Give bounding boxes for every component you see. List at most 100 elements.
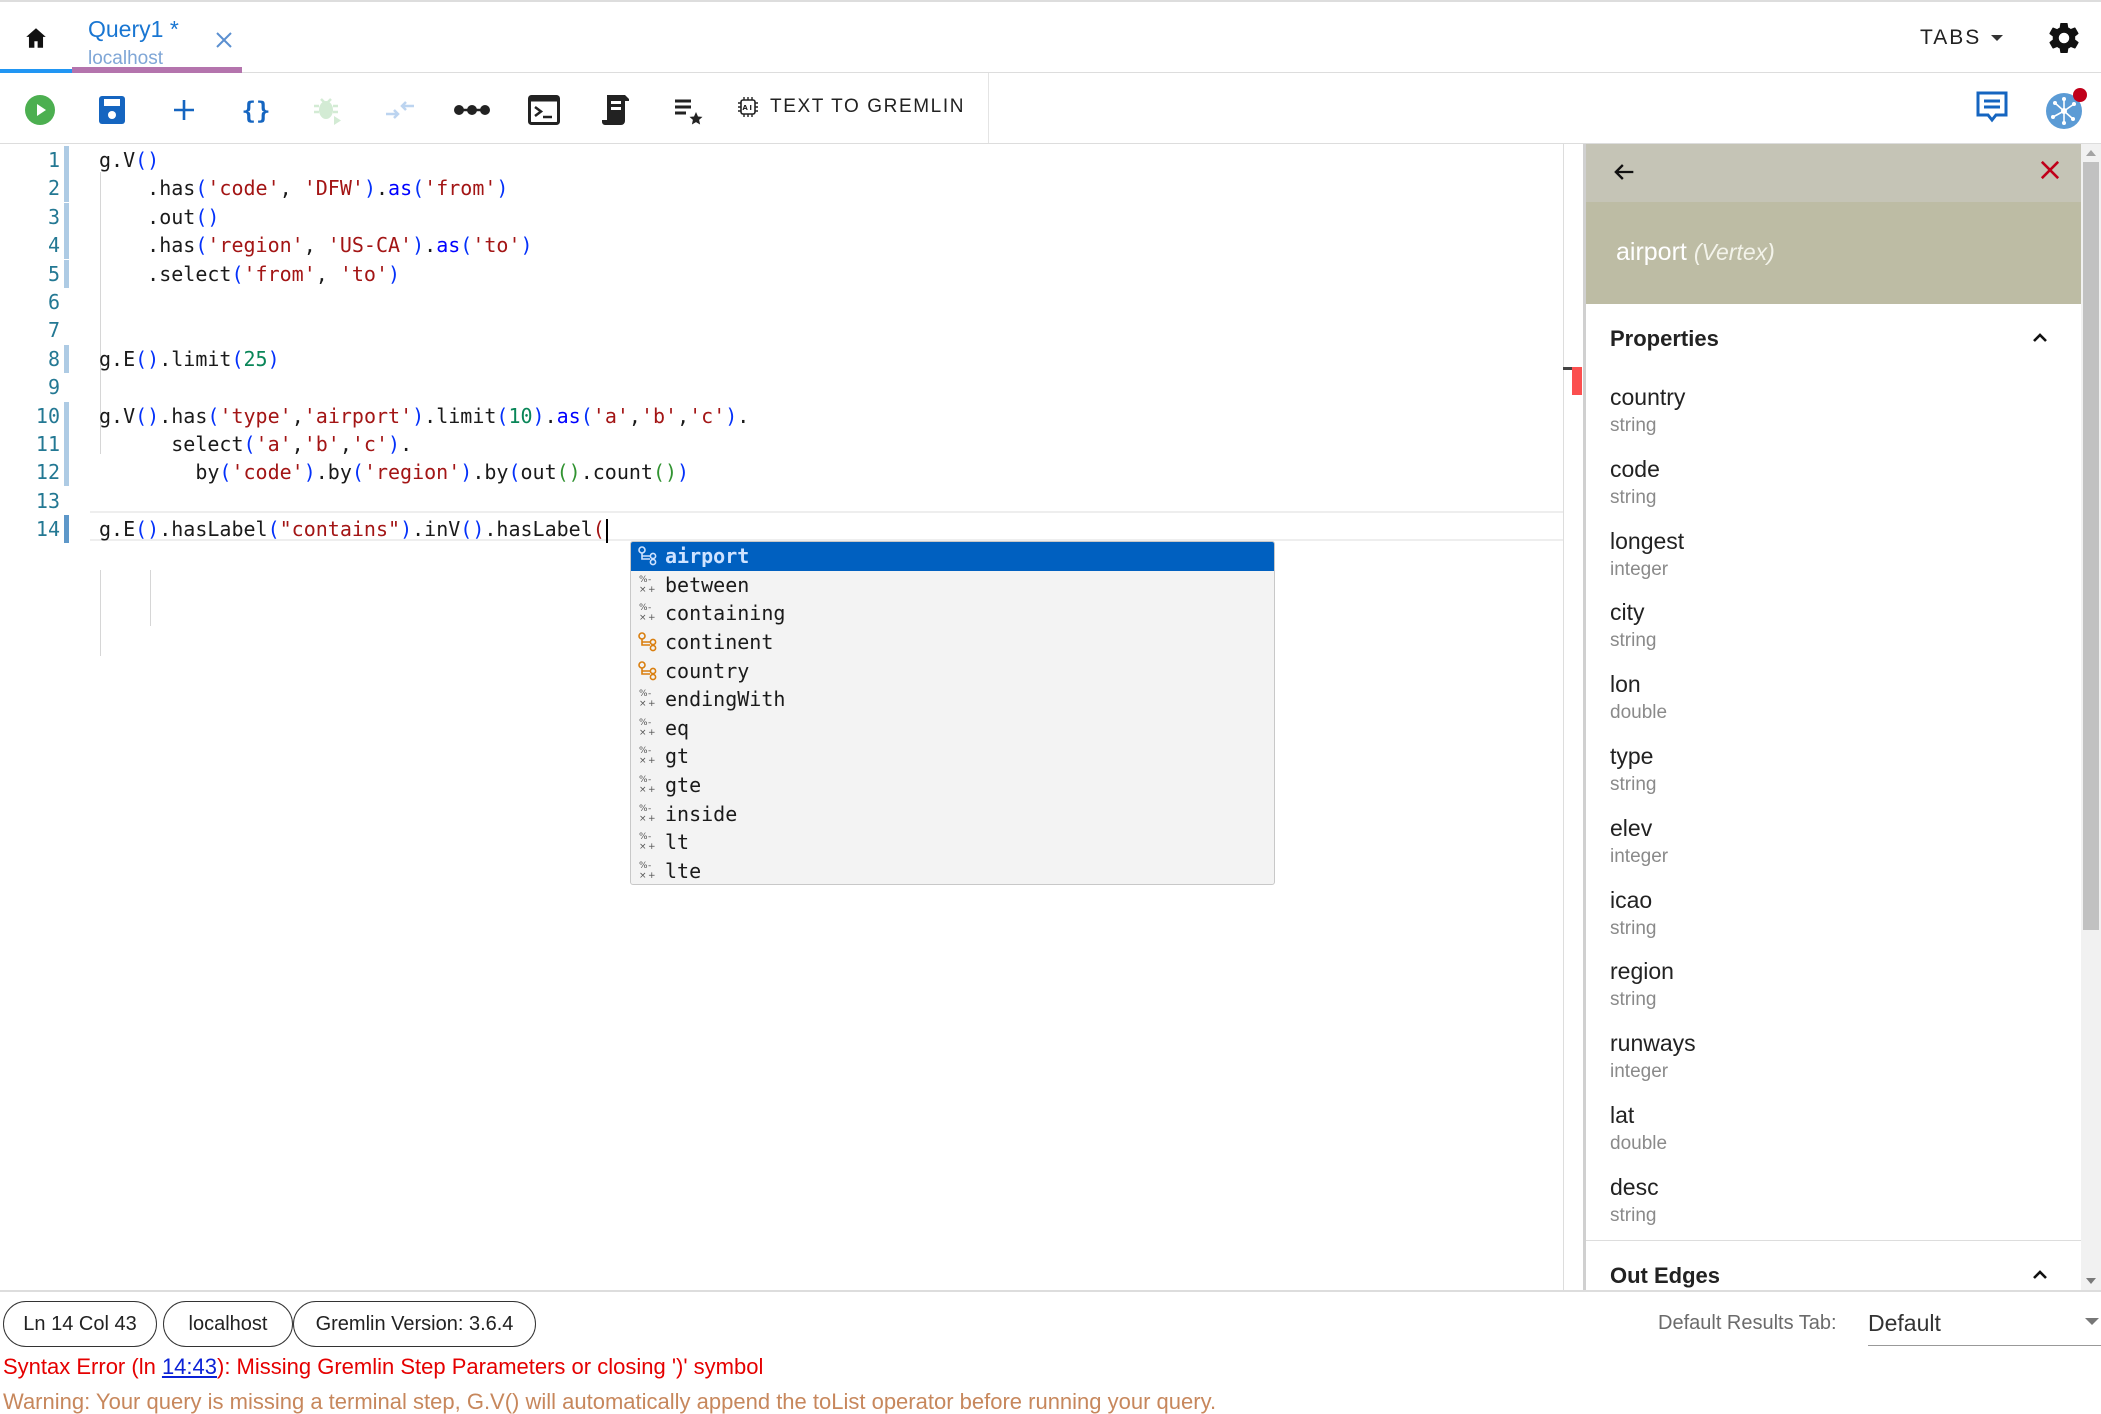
autocomplete-item[interactable]: % - × + endingWith — [631, 685, 1274, 714]
code-line[interactable]: 10 g.V().has('type','airport').limit(10).… — [0, 401, 1564, 430]
close-tab-button[interactable] — [214, 28, 234, 54]
code-line[interactable]: 3 .out() — [0, 202, 1564, 231]
caret-down-icon — [2085, 1318, 2099, 1325]
close-panel-button[interactable] — [2036, 156, 2066, 186]
svg-text:{}: {} — [242, 97, 271, 125]
favorites-button[interactable] — [668, 90, 708, 130]
text-to-gremlin-button[interactable]: AI TEXT TO GREMLIN — [736, 95, 965, 119]
graph-view-button[interactable] — [2044, 87, 2088, 131]
autocomplete-item[interactable]: % - × + between — [631, 571, 1274, 600]
property-item[interactable]: elev integer — [1610, 815, 2050, 887]
line-number: 2 — [47, 176, 60, 201]
property-item[interactable]: code string — [1610, 456, 2050, 528]
code-text: g.V() — [99, 148, 160, 172]
autocomplete-item[interactable]: % - × + gte — [631, 771, 1274, 800]
code-line[interactable]: 7 — [0, 316, 1564, 344]
autocomplete-item[interactable]: country — [631, 656, 1274, 685]
code-line[interactable]: 14 g.E().hasLabel("contains").inV().hasLa… — [0, 515, 1564, 544]
code-text: .select('from', 'to') — [99, 261, 401, 286]
autocomplete-item[interactable]: % - × + lte — [631, 857, 1274, 884]
code-line[interactable]: 5 .select('from', 'to') — [0, 259, 1564, 288]
autocomplete-item[interactable]: % - × + lt — [631, 828, 1274, 857]
syntax-error-message: Syntax Error (ln 14:43): Missing Gremlin… — [3, 1354, 763, 1380]
property-item[interactable]: type string — [1610, 743, 2050, 815]
autocomplete-item-label: eq — [665, 715, 690, 740]
feedback-button[interactable] — [1974, 89, 2014, 129]
host-chip[interactable]: localhost — [163, 1301, 293, 1347]
code-line[interactable]: 2 .has('code', 'DFW').as('from') — [0, 174, 1564, 203]
chevron-up-icon — [2033, 333, 2047, 342]
out-edges-section-header[interactable]: Out Edges — [1586, 1241, 2081, 1290]
code-line[interactable]: 12 by('code').by('region').by(out().coun… — [0, 458, 1564, 487]
operator-icon: % - × + — [639, 832, 656, 853]
property-item[interactable]: lon double — [1610, 671, 2050, 743]
default-results-tab-select[interactable]: Default — [1868, 1302, 2101, 1346]
tabs-menu-label: TABS — [1920, 26, 1982, 49]
property-type: string — [1610, 774, 1657, 795]
cursor-position-chip[interactable]: Ln 14 Col 43 — [3, 1301, 157, 1347]
default-results-tab-label: Default Results Tab: — [1658, 1312, 1837, 1334]
chat-icon — [1976, 91, 2008, 123]
property-name: longest — [1610, 527, 1685, 554]
scrollbar-thumb[interactable] — [2083, 162, 2099, 930]
collapse-button[interactable] — [380, 90, 420, 130]
terminal-icon — [528, 95, 560, 125]
code-line[interactable]: 4 .has('region', 'US-CA').as('to') — [0, 231, 1564, 260]
debug-button[interactable] — [308, 90, 348, 130]
error-location-link[interactable]: 14:43 — [162, 1354, 217, 1379]
autocomplete-item[interactable]: % - × + gt — [631, 742, 1274, 771]
gutter-change-marker — [64, 401, 69, 430]
code-line[interactable]: 13 — [0, 487, 1564, 515]
code-line[interactable]: 11 select('a','b','c'). — [0, 430, 1564, 458]
property-item[interactable]: desc string — [1610, 1174, 2050, 1246]
property-item[interactable]: runways integer — [1610, 1030, 2050, 1102]
code-text: select('a','b','c'). — [99, 432, 413, 456]
code-line[interactable]: 8 g.E().limit(25) — [0, 344, 1564, 373]
autocomplete-item[interactable]: airport — [631, 542, 1274, 571]
more-button[interactable] — [452, 90, 492, 130]
code-line[interactable]: 6 — [0, 288, 1564, 316]
property-item[interactable]: country string — [1610, 384, 2050, 456]
code-line[interactable]: 9 — [0, 373, 1564, 401]
format-button[interactable]: {} — [236, 90, 276, 130]
property-name: lon — [1610, 671, 1641, 698]
gutter-change-marker — [64, 458, 69, 487]
scroll-down-arrow[interactable] — [2086, 1278, 2096, 1284]
gremlin-version-chip[interactable]: Gremlin Version: 3.6.4 — [293, 1301, 536, 1347]
operator-icon: % - × + — [639, 803, 656, 824]
property-item[interactable]: region string — [1610, 958, 2050, 1030]
properties-section-header[interactable]: Properties — [1586, 304, 2081, 372]
panel-scrollbar[interactable] — [2081, 144, 2101, 1290]
scroll-up-arrow[interactable] — [2086, 150, 2096, 156]
property-type: string — [1610, 917, 1657, 939]
console-button[interactable] — [524, 90, 564, 130]
property-item[interactable]: lat double — [1610, 1102, 2050, 1174]
property-item[interactable]: longest integer — [1610, 528, 2050, 600]
property-name: code — [1610, 455, 1660, 482]
svg-text:AI: AI — [742, 104, 753, 112]
save-button[interactable] — [92, 90, 132, 130]
property-item[interactable]: icao string — [1610, 887, 2050, 959]
property-name: type — [1610, 743, 1654, 769]
script-button[interactable] — [596, 90, 636, 130]
property-item[interactable]: city string — [1610, 599, 2050, 671]
home-icon — [26, 27, 46, 48]
autocomplete-item[interactable]: % - × + inside — [631, 799, 1274, 828]
autocomplete-item[interactable]: % - × + eq — [631, 714, 1274, 743]
settings-button[interactable] — [2046, 20, 2082, 56]
indent-guide — [100, 570, 101, 656]
home-tab[interactable] — [0, 2, 72, 73]
autocomplete-item[interactable]: continent — [631, 628, 1274, 657]
details-panel-header — [1586, 144, 2081, 202]
autocomplete-item-label: gt — [665, 744, 690, 769]
back-button[interactable] — [1610, 158, 1638, 186]
autocomplete-item-label: containing — [665, 601, 786, 626]
code-text: g.E().hasLabel("contains").inV().hasLabe… — [99, 515, 608, 543]
tabs-menu-button[interactable]: TABS — [1920, 26, 2004, 50]
add-button[interactable] — [164, 90, 204, 130]
run-button[interactable] — [20, 90, 60, 130]
autocomplete-item[interactable]: % - × + containing — [631, 599, 1274, 628]
property-type: string — [1610, 486, 1657, 508]
indent-guide — [150, 570, 151, 626]
code-line[interactable]: 1 g.V() — [0, 146, 1564, 174]
